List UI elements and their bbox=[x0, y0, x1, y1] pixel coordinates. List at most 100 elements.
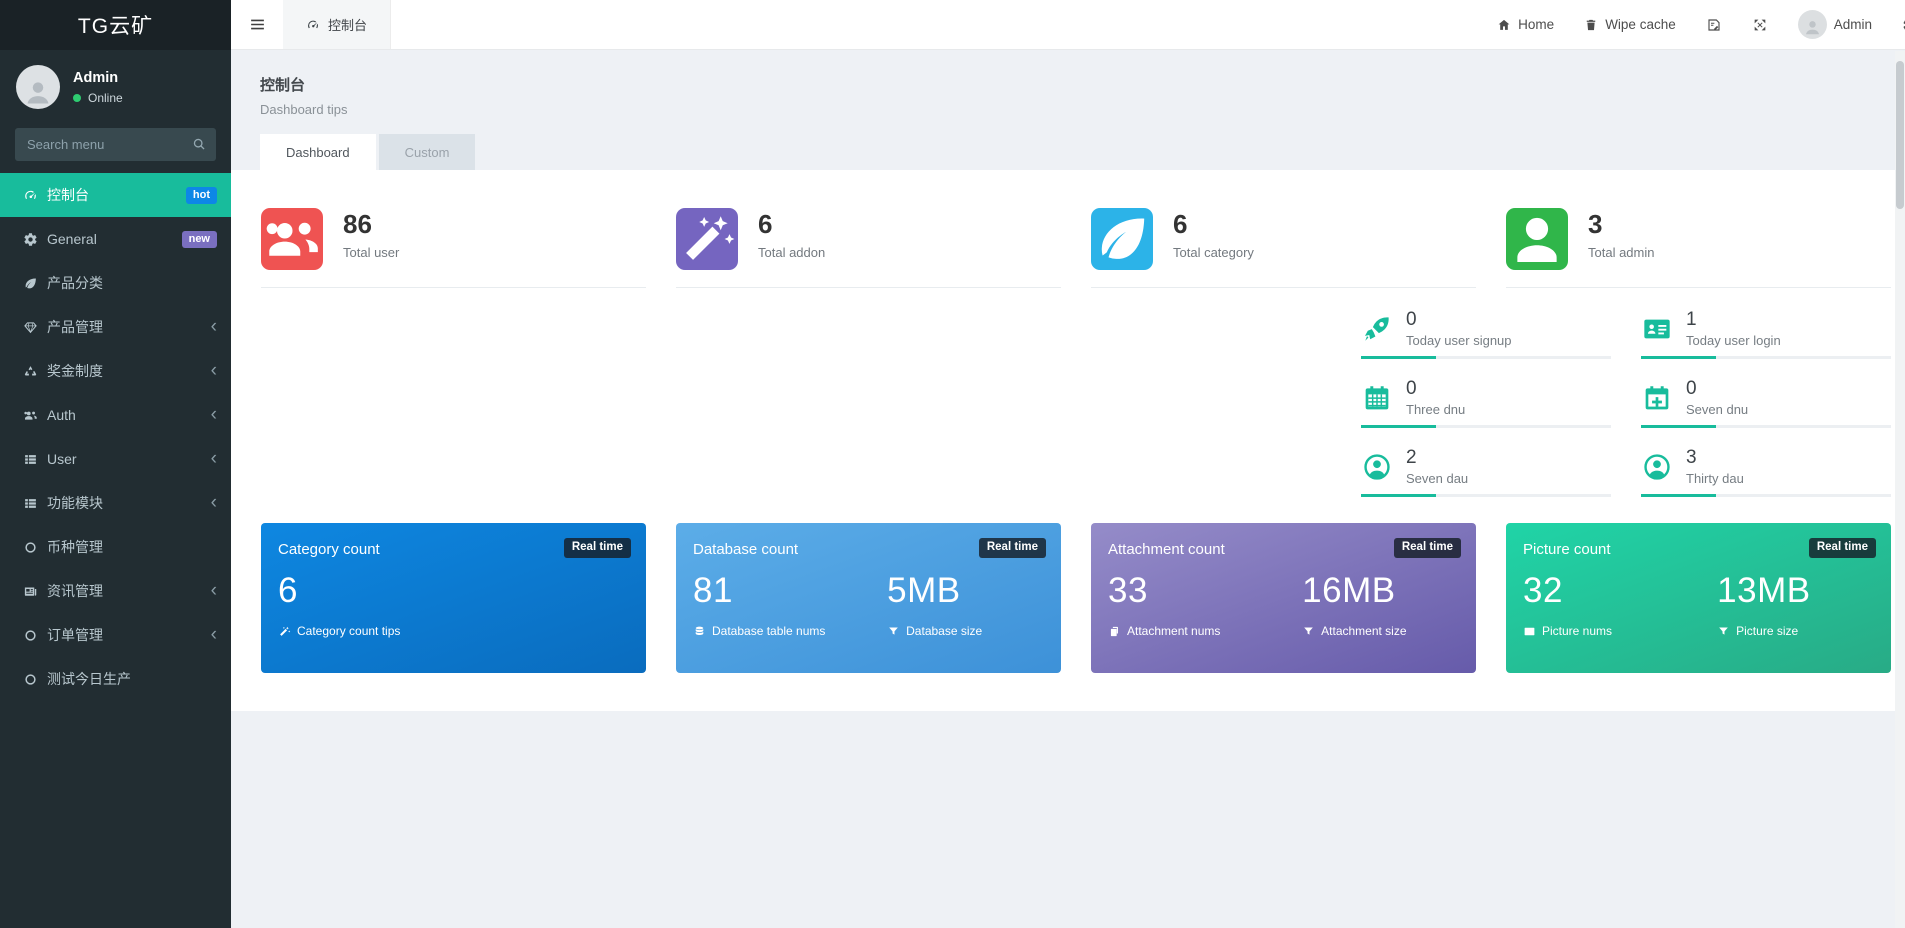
user-status-label: Online bbox=[88, 90, 123, 105]
sidebar-item-订单管理[interactable]: 订单管理 ‹ bbox=[0, 613, 231, 657]
sidebar-item-label: General bbox=[47, 231, 97, 247]
tab-dashboard[interactable]: Dashboard bbox=[260, 134, 376, 170]
chevron-left-icon: ‹ bbox=[210, 624, 217, 645]
content-tabs: Dashboard Custom bbox=[231, 134, 1895, 170]
sidebar-item-General[interactable]: General new bbox=[0, 217, 231, 261]
stat-value: 6 bbox=[758, 209, 773, 239]
total-stat: 6 Total addon bbox=[676, 208, 1061, 288]
sidebar-item-资讯管理[interactable]: 资讯管理 ‹ bbox=[0, 569, 231, 613]
mini-stat: 3 Thirty dau bbox=[1641, 446, 1891, 497]
summary-card: Picture count Real time 32 Picture nums … bbox=[1506, 523, 1891, 673]
card-title: Picture count bbox=[1523, 541, 1611, 558]
card-metric-label: Picture nums bbox=[1542, 624, 1613, 639]
mini-stat: 0 Three dnu bbox=[1361, 378, 1611, 428]
sidebar-item-label: 产品管理 bbox=[47, 319, 103, 335]
stat-value: 3 bbox=[1588, 209, 1603, 239]
mini-stat: 0 Today user signup bbox=[1361, 309, 1611, 359]
filter-icon bbox=[1717, 625, 1730, 638]
sidebar-toggle-button[interactable] bbox=[231, 0, 283, 49]
sidebar-item-label: Auth bbox=[47, 407, 76, 423]
mini-stat-label: Three dnu bbox=[1406, 402, 1466, 418]
sidebar-item-控制台[interactable]: 控制台 hot bbox=[0, 173, 231, 217]
language-button[interactable] bbox=[1691, 0, 1737, 49]
mini-stats-grid: 0 Today user signup 1 Today user login 0… bbox=[1361, 308, 1891, 497]
sidebar-item-产品分类[interactable]: 产品分类 bbox=[0, 261, 231, 305]
sidebar-search bbox=[15, 128, 216, 161]
sidebar-item-label: 资讯管理 bbox=[47, 583, 103, 599]
sidebar-item-币种管理[interactable]: 币种管理 bbox=[0, 525, 231, 569]
user-info: Admin Online bbox=[73, 70, 123, 105]
summary-card: Category count Real time 6 Category coun… bbox=[261, 523, 646, 673]
page-subtitle: Dashboard tips bbox=[260, 102, 348, 117]
summary-cards-row: Category count Real time 6 Category coun… bbox=[261, 523, 1891, 673]
topbar-tab-label: 控制台 bbox=[328, 18, 368, 33]
id-card-icon bbox=[1641, 313, 1673, 345]
magic-icon bbox=[278, 625, 291, 638]
card-metric-label: Attachment size bbox=[1321, 624, 1407, 639]
search-input[interactable] bbox=[15, 128, 216, 161]
mini-stat: 1 Today user login bbox=[1641, 308, 1891, 359]
summary-card: Database count Real time 81 Database tab… bbox=[676, 523, 1061, 673]
settings-button[interactable] bbox=[1887, 0, 1905, 49]
scrollbar-track bbox=[1895, 51, 1905, 928]
gauge-icon bbox=[306, 18, 320, 32]
mini-stat-label: Thirty dau bbox=[1686, 471, 1744, 487]
bars-icon bbox=[249, 16, 266, 33]
avatar bbox=[16, 65, 60, 109]
stat-value: 86 bbox=[343, 209, 372, 239]
card-metric: 13MB Picture size bbox=[1717, 571, 1876, 638]
topbar-right: Home Wipe cache Admin bbox=[1482, 0, 1905, 49]
sidebar-item-功能模块[interactable]: 功能模块 ‹ bbox=[0, 481, 231, 525]
chevron-left-icon: ‹ bbox=[210, 580, 217, 601]
mini-stat-value: 3 bbox=[1686, 446, 1697, 468]
chevron-left-icon: ‹ bbox=[210, 360, 217, 381]
card-metric: 33 Attachment nums bbox=[1108, 571, 1302, 638]
image-icon bbox=[1523, 625, 1536, 638]
sidebar-item-label: 功能模块 bbox=[47, 495, 103, 511]
card-value: 33 bbox=[1108, 571, 1148, 610]
stat-label: Total user bbox=[343, 245, 400, 261]
sidebar-item-奖金制度[interactable]: 奖金制度 ‹ bbox=[0, 349, 231, 393]
circle-icon bbox=[19, 628, 42, 643]
wipe-cache-link[interactable]: Wipe cache bbox=[1569, 0, 1691, 49]
leaf-icon bbox=[1091, 208, 1153, 270]
mini-stat: 2 Seven dau bbox=[1361, 447, 1611, 497]
mini-stat-label: Seven dnu bbox=[1686, 402, 1749, 418]
home-link[interactable]: Home bbox=[1482, 0, 1569, 49]
realtime-badge: Real time bbox=[1393, 538, 1461, 558]
list-icon bbox=[19, 496, 42, 511]
sidebar-item-label: 控制台 bbox=[47, 187, 89, 203]
mini-stat-value: 1 bbox=[1686, 308, 1697, 330]
tab-custom[interactable]: Custom bbox=[378, 134, 476, 170]
mini-stat-progress bbox=[1641, 425, 1891, 428]
recycle-icon bbox=[19, 364, 42, 379]
user-circle-icon bbox=[1641, 451, 1673, 483]
sidebar-item-label: 产品分类 bbox=[47, 275, 103, 291]
sidebar-item-产品管理[interactable]: 产品管理 ‹ bbox=[0, 305, 231, 349]
online-dot bbox=[73, 93, 81, 102]
scrollbar-thumb[interactable] bbox=[1896, 61, 1904, 209]
calendar-plus-icon bbox=[1641, 382, 1673, 414]
second-row: 0 Today user signup 1 Today user login 0… bbox=[261, 308, 1891, 497]
list-icon bbox=[19, 452, 42, 467]
admin-label: Admin bbox=[1833, 17, 1872, 32]
card-metric-label: Database table nums bbox=[712, 624, 826, 639]
sidebar-item-测试今日生产[interactable]: 测试今日生产 bbox=[0, 657, 231, 701]
fullscreen-button[interactable] bbox=[1737, 0, 1783, 49]
topbar-tab-dashboard[interactable]: 控制台 bbox=[283, 0, 392, 49]
card-metric: 81 Database table nums bbox=[693, 571, 887, 638]
wipe-cache-label: Wipe cache bbox=[1605, 17, 1676, 32]
home-label: Home bbox=[1518, 17, 1555, 32]
tab-label: Custom bbox=[404, 144, 450, 160]
card-metric-label: Category count tips bbox=[297, 624, 401, 639]
admin-menu[interactable]: Admin bbox=[1783, 0, 1887, 49]
sidebar-item-User[interactable]: User ‹ bbox=[0, 437, 231, 481]
card-value: 6 bbox=[278, 571, 298, 610]
tab-label: Dashboard bbox=[286, 144, 350, 160]
user-circle-icon bbox=[1361, 451, 1393, 483]
dashboard-panel: 86 Total user 6 Total addon 6 Total cate… bbox=[231, 170, 1895, 711]
total-stat: 86 Total user bbox=[261, 208, 646, 288]
search-icon[interactable] bbox=[191, 136, 207, 152]
card-value: 13MB bbox=[1717, 571, 1811, 610]
sidebar-item-Auth[interactable]: Auth ‹ bbox=[0, 393, 231, 437]
